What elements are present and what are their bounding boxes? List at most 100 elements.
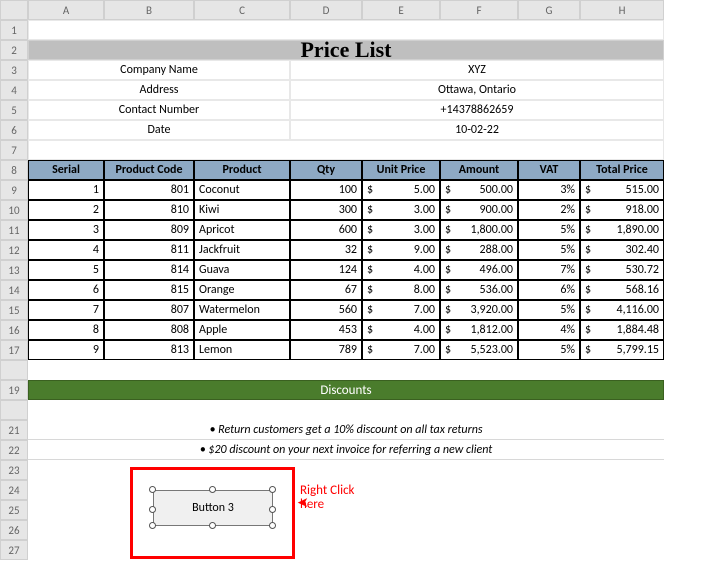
table-cell[interactable]: $900.00 [440, 200, 518, 220]
table-header[interactable]: Total Price [580, 160, 664, 180]
info-label[interactable]: Company Name [28, 60, 290, 80]
row-header-11[interactable]: 11 [0, 220, 28, 240]
table-cell[interactable]: $8.00 [362, 280, 440, 300]
table-cell[interactable]: 100 [290, 180, 362, 200]
table-cell[interactable]: 5 [28, 260, 104, 280]
empty-cell[interactable] [28, 540, 664, 560]
table-cell[interactable]: $7.00 [362, 340, 440, 360]
info-value[interactable]: 10-02-22 [290, 120, 664, 140]
table-cell[interactable]: 801 [104, 180, 194, 200]
table-cell[interactable]: 600 [290, 220, 362, 240]
col-header-E[interactable]: E [362, 0, 440, 20]
col-header-F[interactable]: F [440, 0, 518, 20]
row-header-3[interactable]: 3 [0, 60, 28, 80]
table-cell[interactable]: $4.00 [362, 260, 440, 280]
discounts-header[interactable]: Discounts [28, 380, 664, 400]
info-label[interactable]: Date [28, 120, 290, 140]
table-cell[interactable]: $5,523.00 [440, 340, 518, 360]
table-cell[interactable]: 8 [28, 320, 104, 340]
table-cell[interactable]: Coconut [194, 180, 290, 200]
table-cell[interactable]: $3.00 [362, 220, 440, 240]
table-cell[interactable]: 5% [518, 340, 580, 360]
table-cell[interactable]: $496.00 [440, 260, 518, 280]
resize-handle[interactable] [149, 486, 156, 493]
table-cell[interactable]: 4 [28, 240, 104, 260]
table-cell[interactable]: 7 [28, 300, 104, 320]
table-cell[interactable]: Lemon [194, 340, 290, 360]
table-cell[interactable]: $1,890.00 [580, 220, 664, 240]
row-header-16[interactable]: 16 [0, 320, 28, 340]
col-header-H[interactable]: H [580, 0, 664, 20]
empty-cell[interactable] [28, 360, 664, 380]
info-label[interactable]: Contact Number [28, 100, 290, 120]
row-header-2[interactable]: 2 [0, 40, 28, 60]
table-cell[interactable]: 807 [104, 300, 194, 320]
table-cell[interactable]: Jackfruit [194, 240, 290, 260]
info-label[interactable]: Address [28, 80, 290, 100]
col-header-B[interactable]: B [104, 0, 194, 20]
table-cell[interactable]: 2 [28, 200, 104, 220]
table-cell[interactable]: 9 [28, 340, 104, 360]
table-header[interactable]: Serial [28, 160, 104, 180]
table-cell[interactable]: $536.00 [440, 280, 518, 300]
table-cell[interactable]: $5.00 [362, 180, 440, 200]
table-cell[interactable]: 5% [518, 220, 580, 240]
empty-cell[interactable] [28, 460, 664, 480]
table-cell[interactable]: 4% [518, 320, 580, 340]
resize-handle[interactable] [209, 522, 216, 529]
row-header-8[interactable]: 8 [0, 160, 28, 180]
table-header[interactable]: Unit Price [362, 160, 440, 180]
table-cell[interactable]: 1 [28, 180, 104, 200]
row-header-13[interactable]: 13 [0, 260, 28, 280]
row-header-25[interactable]: 25 [0, 500, 28, 520]
row-header-6[interactable]: 6 [0, 120, 28, 140]
table-cell[interactable]: 808 [104, 320, 194, 340]
col-header-A[interactable]: A [28, 0, 104, 20]
table-header[interactable]: Amount [440, 160, 518, 180]
resize-handle[interactable] [149, 522, 156, 529]
table-cell[interactable]: 453 [290, 320, 362, 340]
table-cell[interactable]: 6% [518, 280, 580, 300]
discount-text[interactable]: • $20 discount on your next invoice for … [28, 440, 664, 460]
table-cell[interactable]: 809 [104, 220, 194, 240]
table-cell[interactable]: Apple [194, 320, 290, 340]
table-cell[interactable]: $3,920.00 [440, 300, 518, 320]
row-header-1[interactable]: 1 [0, 20, 28, 40]
row-header-22[interactable]: 22 [0, 440, 28, 460]
table-cell[interactable]: 560 [290, 300, 362, 320]
table-cell[interactable]: 7% [518, 260, 580, 280]
row-header-24[interactable]: 24 [0, 480, 28, 500]
col-header-C[interactable]: C [194, 0, 290, 20]
table-cell[interactable]: $918.00 [580, 200, 664, 220]
table-cell[interactable]: $530.72 [580, 260, 664, 280]
table-cell[interactable]: 3% [518, 180, 580, 200]
table-cell[interactable]: $288.00 [440, 240, 518, 260]
resize-handle[interactable] [209, 486, 216, 493]
row-header-19[interactable]: 19 [0, 380, 28, 400]
table-cell[interactable]: $515.00 [580, 180, 664, 200]
table-cell[interactable]: $5,799.15 [580, 340, 664, 360]
row-header-7[interactable]: 7 [0, 140, 28, 160]
info-value[interactable]: XYZ [290, 60, 664, 80]
table-cell[interactable]: $302.40 [580, 240, 664, 260]
table-cell[interactable]: 2% [518, 200, 580, 220]
row-header-15[interactable]: 15 [0, 300, 28, 320]
col-header-D[interactable]: D [290, 0, 362, 20]
table-cell[interactable]: 813 [104, 340, 194, 360]
table-cell[interactable]: $500.00 [440, 180, 518, 200]
resize-handle[interactable] [269, 522, 276, 529]
table-cell[interactable]: Orange [194, 280, 290, 300]
info-value[interactable]: Ottawa, Ontario [290, 80, 664, 100]
row-header-18[interactable] [0, 360, 28, 380]
empty-cell[interactable] [28, 520, 664, 540]
table-cell[interactable]: 6 [28, 280, 104, 300]
table-cell[interactable]: 5% [518, 240, 580, 260]
table-cell[interactable]: $4,116.00 [580, 300, 664, 320]
resize-handle[interactable] [149, 506, 156, 513]
row-header-14[interactable]: 14 [0, 280, 28, 300]
table-cell[interactable]: 815 [104, 280, 194, 300]
table-cell[interactable]: $9.00 [362, 240, 440, 260]
table-cell[interactable]: 5% [518, 300, 580, 320]
button-3[interactable]: Button 3 [153, 490, 273, 526]
table-cell[interactable]: 811 [104, 240, 194, 260]
